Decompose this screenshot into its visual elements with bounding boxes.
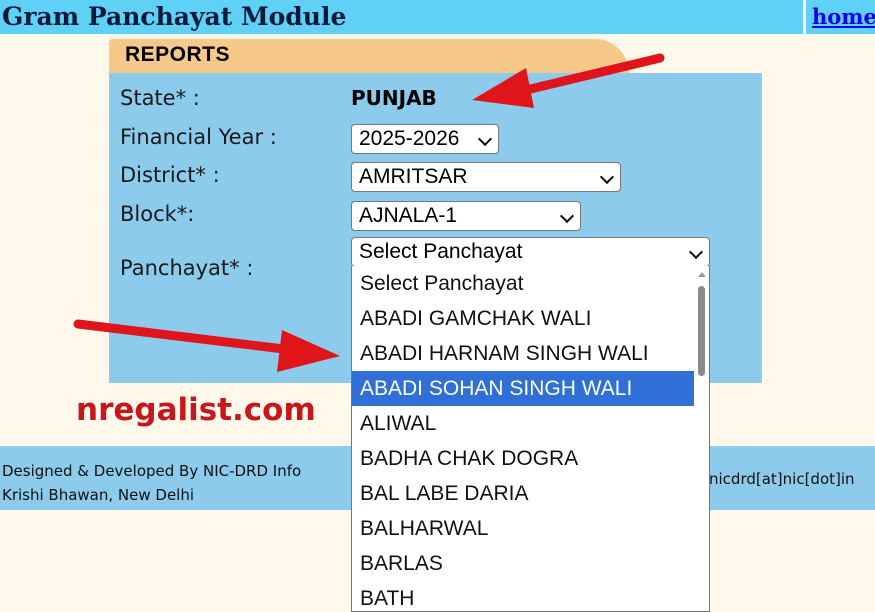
block-select[interactable]: AJNALA-1 (351, 201, 581, 231)
dropdown-option[interactable]: BADHA CHAK DOGRA (352, 441, 694, 476)
block-label: Block*: (120, 202, 195, 226)
state-value: PUNJAB (351, 86, 437, 110)
financial-year-label: Financial Year : (120, 125, 277, 149)
dropdown-option[interactable]: BARLAS (352, 546, 694, 581)
chevron-down-icon (477, 131, 493, 147)
dropdown-options: Select Panchayat ABADI GAMCHAK WALI ABADI … (352, 266, 709, 611)
footer-address: Krishi Bhawan, New Delhi (2, 486, 195, 504)
financial-year-select[interactable]: 2025-2026 (351, 124, 499, 154)
state-label: State* : (120, 86, 200, 110)
dropdown-option[interactable]: ALIWAL (352, 406, 694, 441)
home-link[interactable]: home (806, 0, 875, 34)
footer-credit: Designed & Developed By NIC-DRD Info (2, 462, 302, 480)
dropdown-scrollbar[interactable] (694, 266, 709, 611)
dropdown-option[interactable]: Select Panchayat (352, 266, 694, 301)
chevron-down-icon (559, 208, 575, 224)
chevron-down-icon (599, 169, 615, 185)
block-value: AJNALA-1 (359, 204, 458, 227)
red-arrow-annotation (472, 53, 665, 108)
district-label: District* : (120, 163, 220, 187)
financial-year-value: 2025-2026 (359, 127, 460, 150)
scroll-up-icon[interactable] (698, 272, 706, 277)
header-bar: Gram Panchayat Module home (0, 0, 875, 36)
footer-contact: nicdrd[at]nic[dot]in (709, 470, 855, 488)
district-select[interactable]: AMRITSAR (351, 162, 621, 192)
page-title: Gram Panchayat Module (0, 0, 803, 34)
chevron-down-icon (688, 244, 704, 260)
reports-tab-label: REPORTS (125, 43, 231, 66)
panchayat-label: Panchayat* : (120, 256, 254, 280)
dropdown-option[interactable]: BALHARWAL (352, 511, 694, 546)
watermark: nregalist.com (76, 392, 316, 428)
dropdown-option[interactable]: BATH (352, 581, 694, 611)
dropdown-option[interactable]: ABADI HARNAM SINGH WALI (352, 336, 694, 371)
scrollbar-thumb[interactable] (698, 286, 705, 376)
red-arrow-annotation (73, 319, 340, 372)
panchayat-value: Select Panchayat (359, 240, 523, 263)
dropdown-option[interactable]: ABADI GAMCHAK WALI (352, 301, 694, 336)
dropdown-option[interactable]: ABADI SOHAN SINGH WALI (352, 371, 694, 406)
district-value: AMRITSAR (359, 165, 468, 188)
panchayat-select[interactable]: Select Panchayat (351, 237, 710, 267)
dropdown-option[interactable]: BAL LABE DARIA (352, 476, 694, 511)
panchayat-dropdown-list[interactable]: Select Panchayat ABADI GAMCHAK WALI ABADI … (351, 266, 710, 612)
